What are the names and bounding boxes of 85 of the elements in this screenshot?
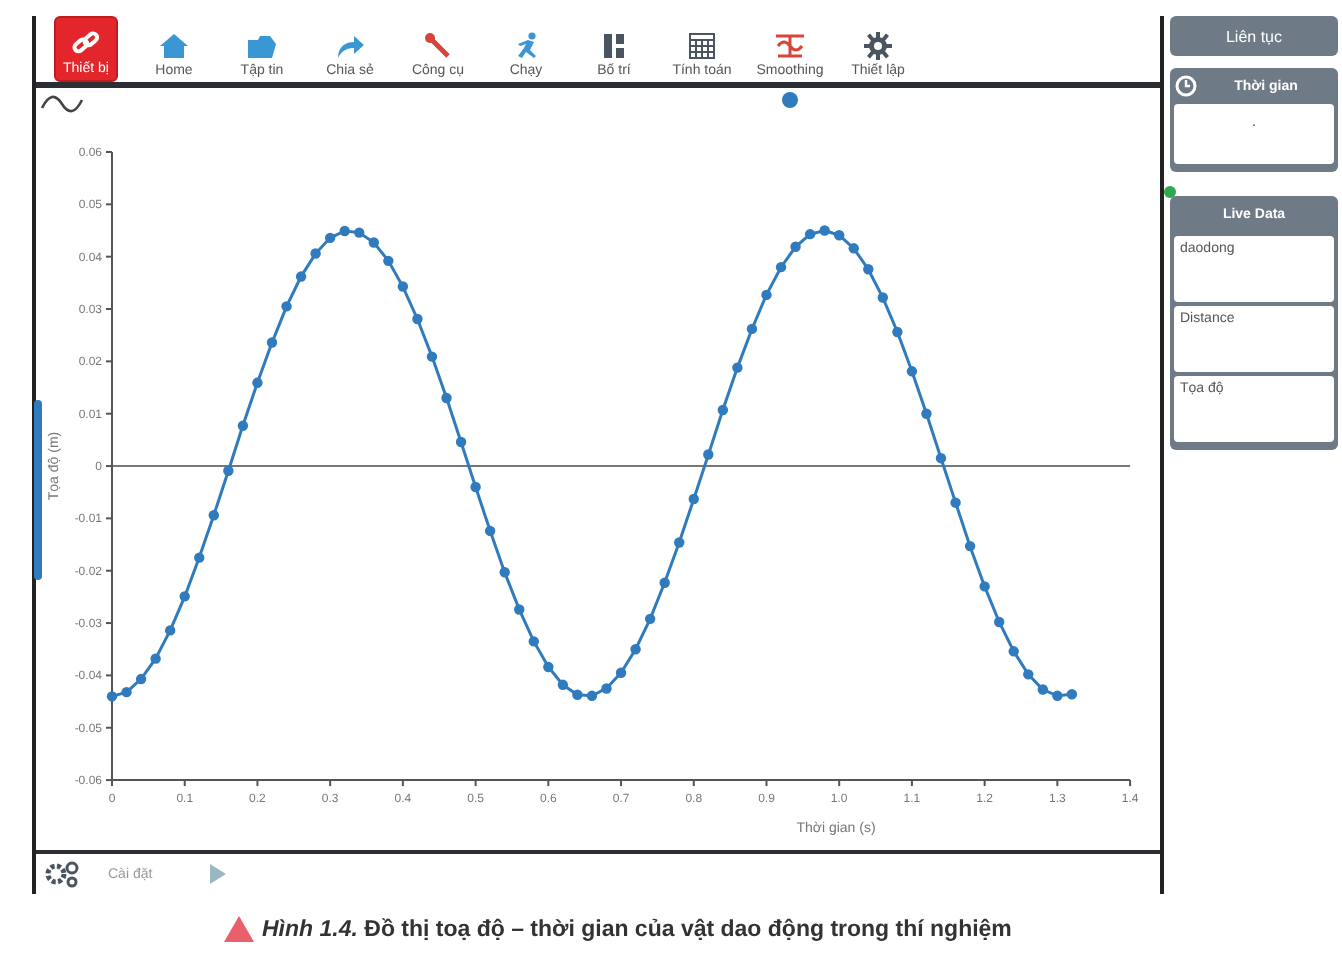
data-point [295, 271, 307, 282]
data-point [1066, 689, 1078, 700]
data-point [761, 289, 772, 301]
folder-icon [246, 32, 278, 60]
data-point [310, 248, 321, 259]
data-point [790, 241, 801, 252]
data-point [834, 230, 845, 241]
mode-button[interactable]: Liên tục [1170, 16, 1338, 56]
data-point [979, 581, 990, 592]
data-point [586, 690, 598, 701]
data-point [674, 537, 685, 548]
balance-icon [774, 32, 806, 60]
data-point [528, 636, 539, 647]
data-point [804, 228, 816, 240]
data-point [499, 567, 510, 578]
data-point [615, 667, 627, 678]
data-point [877, 292, 889, 303]
data-point [543, 661, 554, 673]
data-point [324, 232, 336, 244]
data-point [223, 465, 234, 476]
data-point [557, 679, 569, 690]
data-point [892, 326, 903, 338]
data-point [165, 625, 176, 636]
data-point [717, 404, 729, 416]
data-point [1052, 690, 1063, 701]
data-point [281, 301, 292, 312]
data-point [237, 420, 249, 431]
home-icon [158, 32, 190, 60]
gears-icon[interactable] [44, 860, 80, 888]
data-point [121, 686, 132, 698]
data-point [964, 540, 976, 552]
wrench-icon [422, 32, 454, 60]
grid-icon [686, 32, 718, 60]
data-point [1008, 646, 1019, 657]
data-point [644, 613, 656, 625]
data-point [150, 653, 161, 664]
data-point [426, 351, 438, 362]
data-point [732, 362, 743, 373]
settings-icon [862, 32, 894, 60]
data-point [194, 552, 205, 563]
data-point [179, 591, 190, 602]
data-point [921, 408, 932, 419]
figure-caption: Hình 1.4. Đồ thị toạ độ – thời gian của vật dao động trong thí nghiệm [262, 917, 1012, 941]
data-point [441, 392, 452, 404]
data-point [484, 525, 496, 537]
data-point [630, 644, 641, 655]
data-point [746, 323, 758, 335]
data-point [397, 281, 409, 292]
data-point [775, 261, 787, 273]
data-point [703, 449, 714, 460]
data-point [950, 497, 961, 508]
data-point [659, 577, 670, 588]
data-point [135, 673, 147, 685]
data-point [994, 616, 1005, 628]
share-arrow-icon [334, 32, 366, 60]
link-icon [70, 30, 102, 58]
data-point [252, 377, 263, 388]
data-point [470, 481, 481, 493]
scroll-handle[interactable] [34, 400, 42, 580]
status-dot [1164, 186, 1176, 198]
data-point [383, 255, 394, 267]
data-point [266, 337, 278, 348]
data-point [906, 366, 918, 377]
data-point [106, 691, 118, 702]
data-point [368, 237, 379, 248]
data-point [412, 313, 423, 325]
data-point [1023, 669, 1034, 680]
triangle-icon [224, 916, 254, 942]
data-point [208, 510, 219, 521]
data-point [572, 689, 583, 700]
data-point [935, 453, 947, 464]
data-point [863, 264, 874, 275]
data-point [354, 227, 365, 238]
data-point [601, 683, 612, 694]
data-point [455, 436, 467, 448]
handle-dot[interactable] [782, 92, 798, 108]
data-point [819, 225, 830, 236]
data-point [1037, 684, 1048, 695]
data-point [514, 604, 525, 615]
data-point [339, 225, 350, 237]
wave-icon[interactable] [40, 95, 84, 113]
data-point [688, 493, 699, 505]
data-point [848, 243, 859, 254]
clock-icon [1174, 74, 1198, 98]
layout-icon [598, 32, 630, 60]
